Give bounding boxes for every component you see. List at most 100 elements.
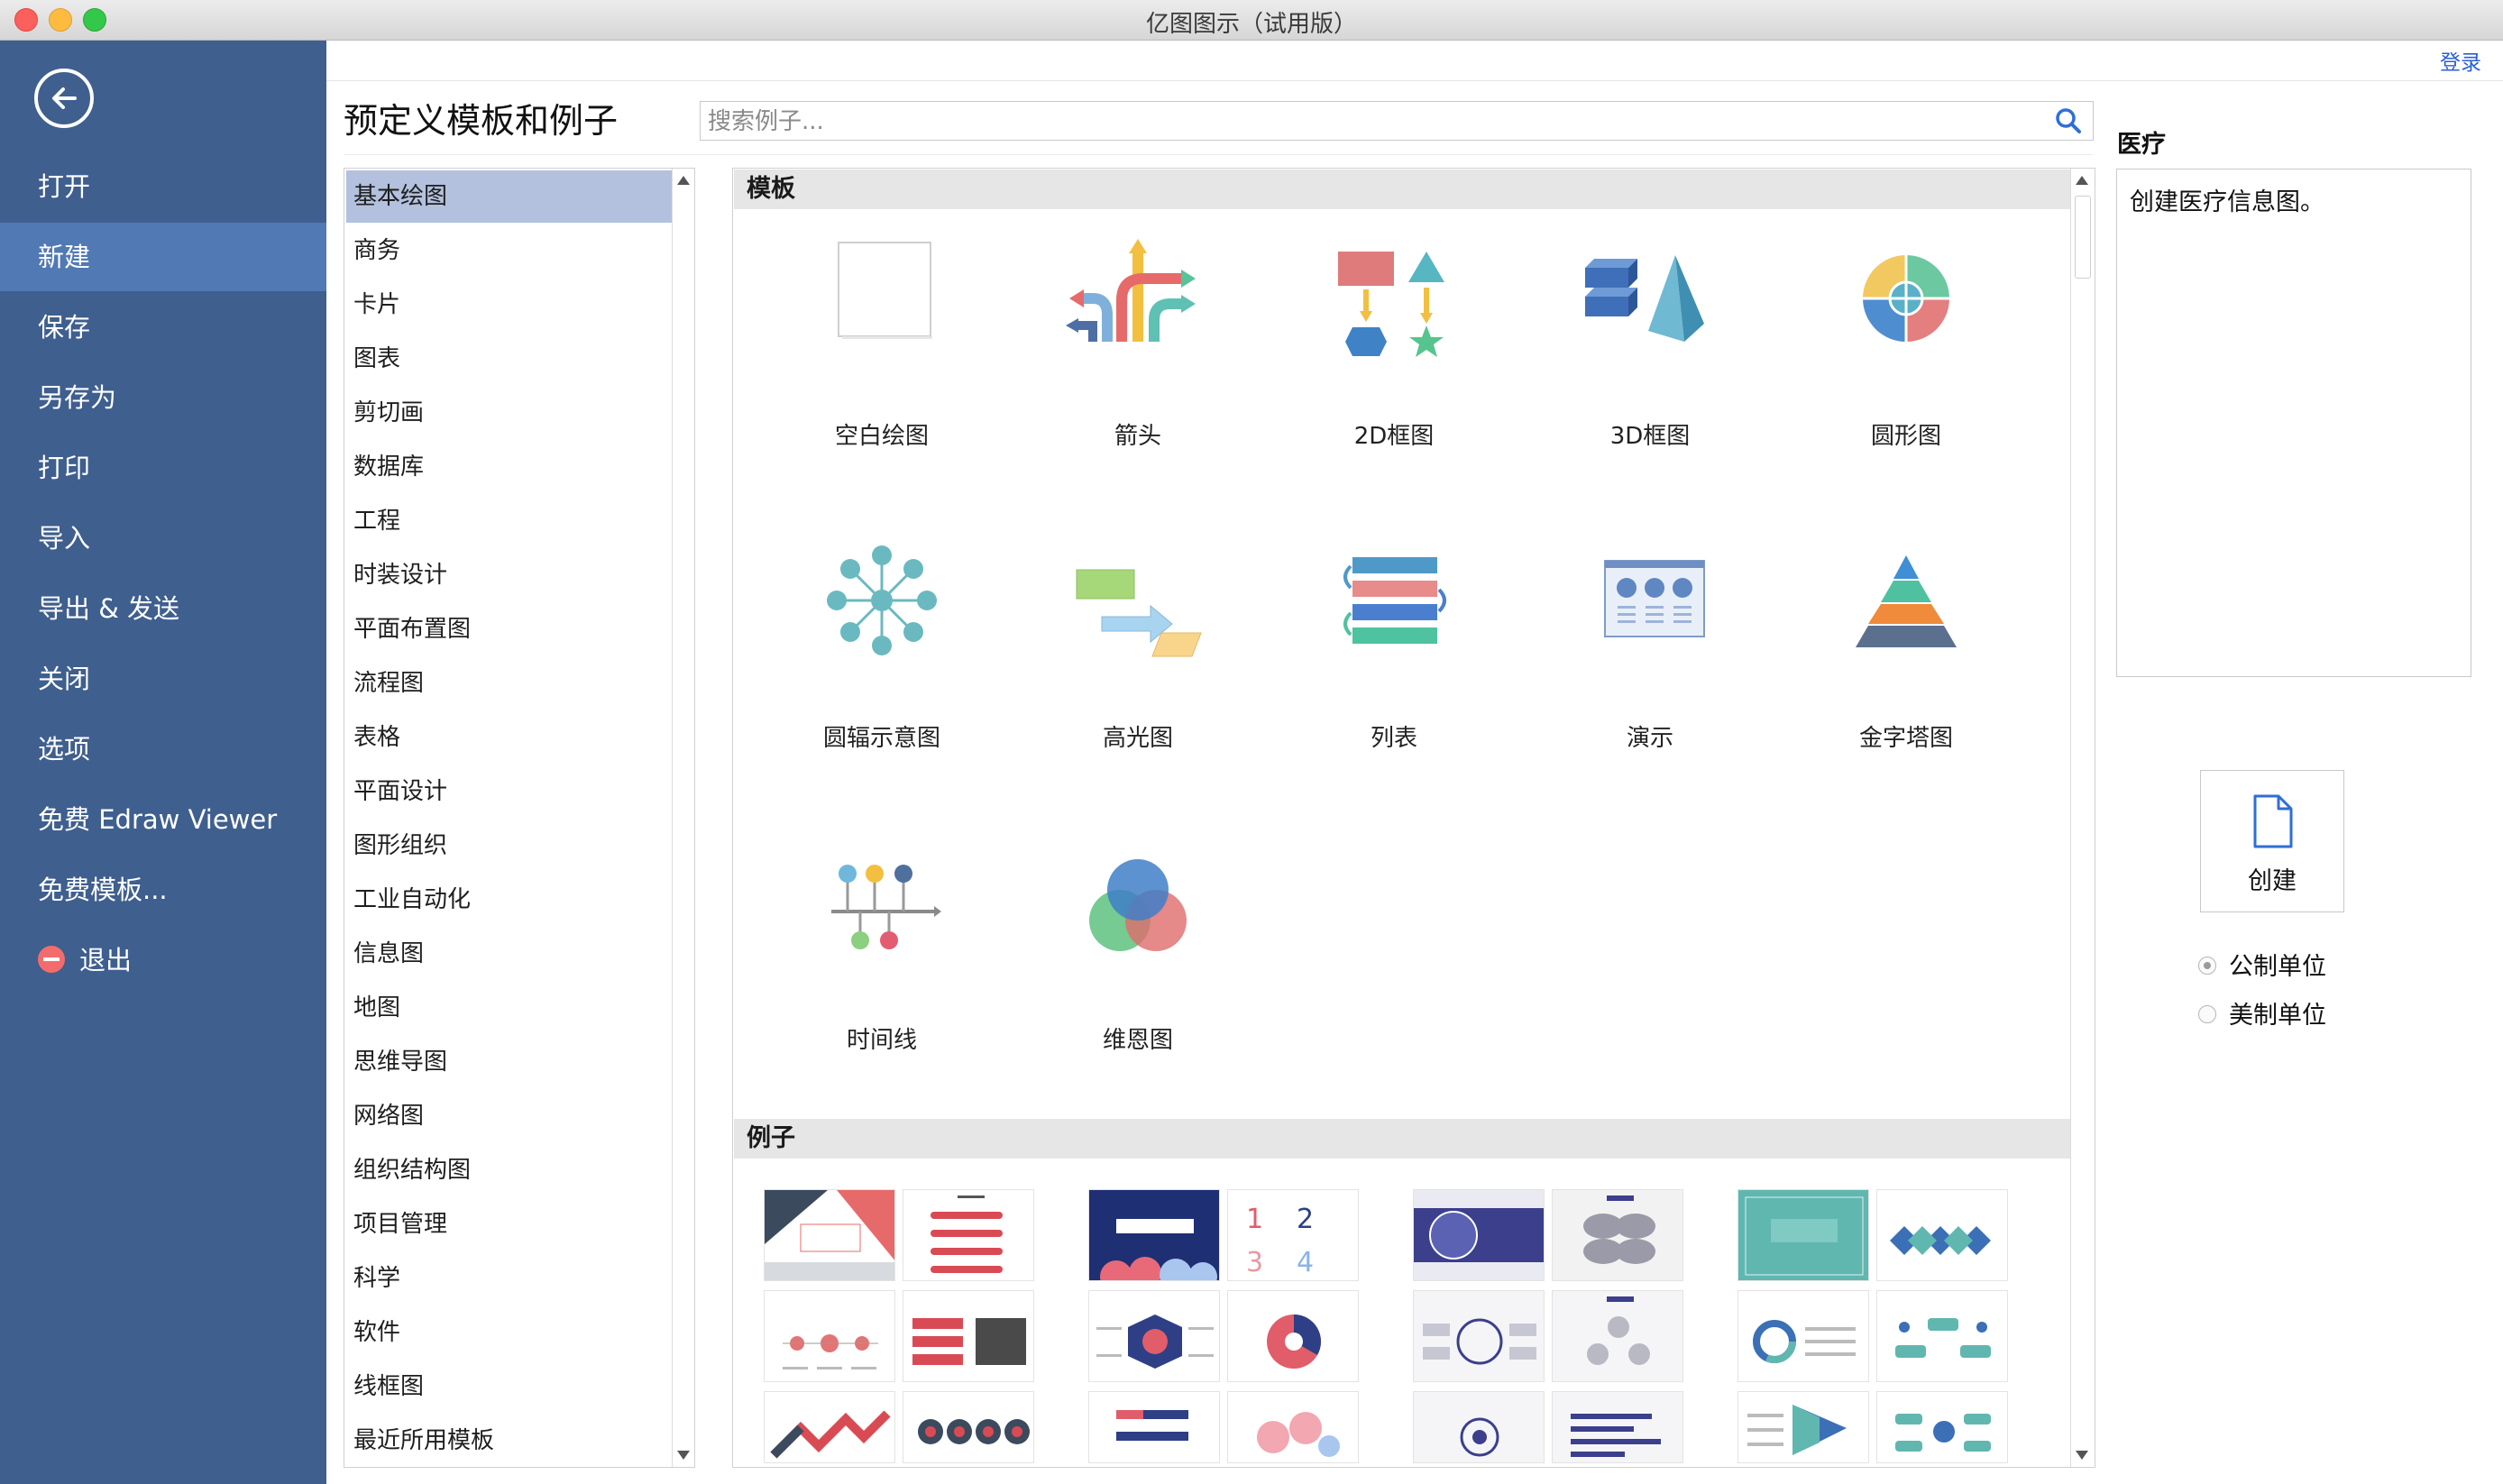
sidebar-item-export-send[interactable]: 导出 & 发送 [0, 574, 326, 643]
radio-unchecked-icon[interactable] [2198, 1004, 2216, 1023]
template-pyramid[interactable]: 金字塔图 [1798, 534, 2014, 795]
example-thumbnail[interactable] [1876, 1391, 2008, 1463]
example-thumbnail[interactable] [1088, 1290, 1220, 1382]
new-document-icon [2253, 794, 2293, 848]
category-item[interactable]: 流程图 [346, 657, 691, 710]
sidebar-item-free-templates[interactable]: 免费模板... [0, 856, 326, 924]
template-highlight[interactable]: 高光图 [1030, 534, 1246, 795]
category-item[interactable]: 工业自动化 [346, 874, 691, 926]
svg-text:3: 3 [1246, 1247, 1263, 1278]
sidebar-item-label: 退出 [79, 945, 133, 976]
category-item[interactable]: 表格 [346, 711, 691, 764]
sidebar-item-free-viewer[interactable]: 免费 Edraw Viewer [0, 785, 326, 854]
template-radial[interactable]: 圆辐示意图 [774, 534, 990, 795]
create-button[interactable]: 创建 [2200, 770, 2344, 912]
sidebar-item-save-as[interactable]: 另存为 [0, 363, 326, 432]
category-item[interactable]: 网络图 [346, 1090, 691, 1142]
example-thumbnail[interactable] [1552, 1189, 1683, 1281]
category-item[interactable]: 项目管理 [346, 1198, 691, 1250]
category-item[interactable]: 组织结构图 [346, 1144, 691, 1196]
us-units-option[interactable]: 美制单位 [2198, 995, 2326, 1031]
category-item[interactable]: 图表 [346, 333, 691, 385]
sidebar-item-open[interactable]: 打开 [0, 152, 326, 221]
example-thumbnail[interactable] [1552, 1290, 1683, 1382]
example-thumbnail[interactable] [1876, 1290, 2008, 1382]
example-thumbnail[interactable] [764, 1189, 895, 1281]
template-circle[interactable]: 圆形图 [1798, 232, 2014, 493]
back-button[interactable] [34, 69, 94, 128]
example-thumbnail[interactable] [1088, 1391, 1220, 1463]
template-label: 2D框图 [1353, 423, 1435, 450]
category-item[interactable]: 最近所用模板 [346, 1415, 691, 1467]
template-presentation[interactable]: 演示 [1542, 534, 1758, 795]
category-item[interactable]: 图形组织 [346, 820, 691, 872]
category-item[interactable]: 思维导图 [346, 1036, 691, 1088]
metric-units-option[interactable]: 公制单位 [2198, 947, 2326, 982]
sidebar-item-save[interactable]: 保存 [0, 293, 326, 362]
example-thumbnail[interactable] [903, 1391, 1034, 1463]
template-2d-block[interactable]: 2D框图 [1286, 232, 1502, 493]
example-thumbnail[interactable] [1737, 1290, 1869, 1382]
search-input[interactable] [706, 105, 2035, 138]
template-venn[interactable]: 维恩图 [1030, 836, 1246, 1097]
radio-checked-icon[interactable] [2198, 956, 2216, 975]
radio-label: 美制单位 [2229, 1002, 2326, 1030]
example-thumbnail[interactable] [1227, 1290, 1359, 1382]
category-item[interactable]: 地图 [346, 982, 691, 1034]
scroll-up-icon[interactable] [2076, 176, 2088, 185]
example-thumbnail[interactable] [1737, 1189, 1869, 1281]
title-bar: 亿图图示（试用版） [0, 0, 2503, 41]
example-thumbnail[interactable] [1552, 1391, 1683, 1463]
template-list[interactable]: 列表 [1286, 534, 1502, 795]
example-preview-icon [1089, 1190, 1219, 1280]
category-item[interactable]: 线框图 [346, 1360, 691, 1413]
sidebar-item-print[interactable]: 打印 [0, 434, 326, 502]
category-item[interactable]: 数据库 [346, 441, 691, 493]
category-item[interactable]: 工程 [346, 495, 691, 547]
sidebar-item-exit[interactable]: 退出 [0, 926, 326, 994]
scroll-thumb[interactable] [2075, 196, 2091, 279]
template-blank[interactable]: 空白绘图 [774, 232, 990, 493]
example-thumbnail[interactable] [1413, 1189, 1545, 1281]
2d-block-icon [1338, 252, 1444, 357]
example-thumbnail[interactable] [1088, 1189, 1220, 1281]
login-link[interactable]: 登录 [2440, 45, 2481, 76]
example-thumbnail[interactable] [1737, 1391, 1869, 1463]
example-thumbnail[interactable] [1413, 1290, 1545, 1382]
template-label: 圆形图 [1870, 423, 1941, 450]
category-item[interactable]: 软件 [346, 1306, 691, 1359]
scroll-up-icon[interactable] [677, 176, 690, 185]
category-item[interactable]: 剪切画 [346, 387, 691, 439]
example-thumbnail[interactable] [764, 1391, 895, 1463]
template-timeline[interactable]: 时间线 [774, 836, 990, 1097]
list-icon [1343, 557, 1446, 644]
category-scrollbar[interactable] [672, 169, 694, 1467]
category-item[interactable]: 基本绘图 [346, 170, 691, 223]
category-item[interactable]: 科学 [346, 1252, 691, 1305]
search-icon[interactable] [2055, 107, 2082, 134]
sidebar-item-close[interactable]: 关闭 [0, 645, 326, 713]
example-thumbnail[interactable] [764, 1290, 895, 1382]
template-3d-block[interactable]: 3D框图 [1542, 232, 1758, 493]
sidebar-item-new[interactable]: 新建 [0, 223, 326, 291]
scroll-down-icon[interactable] [2076, 1451, 2088, 1460]
example-thumbnail[interactable] [1876, 1189, 2008, 1281]
category-item[interactable]: 时装设计 [346, 549, 691, 601]
3d-block-icon [1585, 255, 1704, 342]
category-item[interactable]: 信息图 [346, 928, 691, 980]
example-preview-icon [1553, 1392, 1682, 1462]
category-item[interactable]: 商务 [346, 224, 691, 277]
sidebar-item-import[interactable]: 导入 [0, 504, 326, 573]
example-thumbnail[interactable] [903, 1290, 1034, 1382]
template-scrollbar[interactable] [2070, 169, 2095, 1467]
sidebar-item-options[interactable]: 选项 [0, 715, 326, 783]
category-item[interactable]: 卡片 [346, 279, 691, 331]
template-arrows[interactable]: 箭头 [1030, 232, 1246, 493]
category-item[interactable]: 平面设计 [346, 765, 691, 818]
scroll-down-icon[interactable] [677, 1451, 690, 1460]
example-thumbnail[interactable] [1227, 1391, 1359, 1463]
example-thumbnail[interactable] [903, 1189, 1034, 1281]
example-thumbnail[interactable] [1413, 1391, 1545, 1463]
category-item[interactable]: 平面布置图 [346, 603, 691, 655]
example-thumbnail[interactable]: 1 2 3 4 [1227, 1189, 1359, 1281]
